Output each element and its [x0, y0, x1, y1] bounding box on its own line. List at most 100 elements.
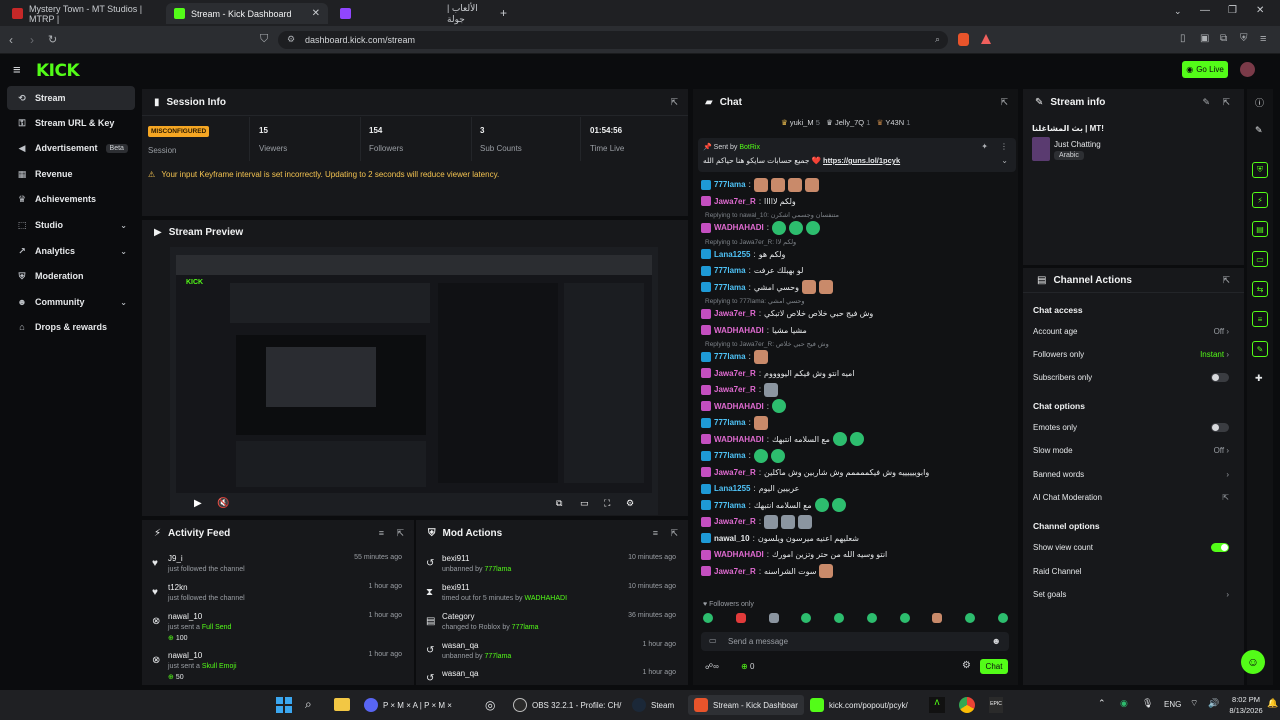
- sidebar-item-advertisement[interactable]: ◀ Advertisement Beta: [7, 136, 135, 160]
- more-icon[interactable]: ⋮: [1000, 142, 1008, 151]
- chat-username[interactable]: nawal_10: [714, 534, 750, 543]
- bolt-icon[interactable]: ⚡: [1252, 192, 1268, 208]
- tray-app-icon[interactable]: ◉: [1120, 698, 1128, 709]
- hamburger-menu-icon[interactable]: ≡: [13, 62, 21, 77]
- language-indicator[interactable]: ENG: [1164, 700, 1181, 709]
- file-explorer-icon[interactable]: [334, 698, 350, 711]
- search-icon[interactable]: ⌕: [305, 697, 312, 712]
- emote-icon[interactable]: [899, 613, 910, 623]
- filter-icon[interactable]: ≡: [379, 528, 384, 538]
- chat-username[interactable]: WADHAHADI: [714, 550, 764, 559]
- emote-icon[interactable]: [801, 613, 812, 623]
- emote-icon[interactable]: [997, 613, 1008, 623]
- tab-mystery-town[interactable]: Mystery Town - MT Studios | MTRP |: [4, 3, 162, 24]
- windows-start-icon[interactable]: [276, 697, 292, 713]
- sidebar-item-stream[interactable]: ⟲ Stream: [7, 86, 135, 110]
- slow-mode-option[interactable]: Slow mode Off ›: [1033, 446, 1229, 460]
- tray-chevron-icon[interactable]: ⌃: [1098, 698, 1106, 709]
- vpn-icon[interactable]: ⛨: [1240, 33, 1248, 44]
- tab-kick-dashboard[interactable]: Stream - Kick Dashboard ✕: [166, 3, 328, 24]
- sidebar-toggle-icon[interactable]: ▯: [1180, 33, 1186, 44]
- chat-username[interactable]: Lana1255: [714, 484, 750, 493]
- help-chat-button[interactable]: ☺: [1241, 650, 1265, 674]
- sidebar-item-studio[interactable]: ⬚ Studio ⌄: [7, 213, 135, 237]
- taskbar-steam[interactable]: Steam: [632, 696, 674, 714]
- taskbar-discord[interactable]: P × M × A | P × M ×: [364, 696, 452, 714]
- popout-icon[interactable]: ⇱: [1222, 275, 1230, 286]
- wifi-icon[interactable]: ⌔: [1190, 698, 1198, 709]
- emote-icon[interactable]: [834, 613, 845, 623]
- ai-moderation-option[interactable]: AI Chat Moderation ⇱: [1033, 493, 1229, 507]
- popout-icon[interactable]: ⇱: [1000, 97, 1008, 108]
- fullscreen-icon[interactable]: ⛶: [604, 498, 610, 509]
- menu-icon[interactable]: ≡: [1260, 33, 1266, 45]
- close-tab-icon[interactable]: ✕: [312, 8, 320, 19]
- emotes-only-toggle[interactable]: [1211, 423, 1229, 432]
- emote-icon[interactable]: [932, 613, 943, 623]
- raid-channel-option[interactable]: Raid Channel: [1033, 567, 1229, 581]
- tab-games[interactable]: الألعاب | جولة: [332, 3, 500, 24]
- filter-icon[interactable]: ≡: [653, 528, 658, 538]
- chat-username[interactable]: 777lama: [714, 266, 746, 275]
- site-info-icon[interactable]: ⚙: [287, 34, 295, 45]
- sidebar-item-drops-rewards[interactable]: ⌂ Drops & rewards: [7, 315, 135, 339]
- minimize-icon[interactable]: —: [1200, 5, 1210, 16]
- taskbar-brave-kick[interactable]: Stream - Kick Dashboar: [688, 695, 804, 715]
- chat-username[interactable]: Jawa7er_R: [714, 517, 756, 526]
- chat-username[interactable]: 777lama: [714, 418, 746, 427]
- brave-shield-icon[interactable]: [958, 33, 969, 46]
- microphone-icon[interactable]: 🎙: [1142, 698, 1153, 709]
- list-icon[interactable]: ≡: [1252, 311, 1268, 327]
- new-tab-icon[interactable]: +: [500, 6, 507, 20]
- chat-username[interactable]: WADHAHADI: [714, 223, 764, 232]
- popout-icon[interactable]: ⇱: [670, 97, 678, 108]
- sidebar-item-moderation[interactable]: ⛨ Moderation: [7, 264, 135, 288]
- chat-username[interactable]: WADHAHADI: [714, 435, 764, 444]
- chat-username[interactable]: 777lama: [714, 501, 746, 510]
- chat-username[interactable]: 777lama: [714, 352, 746, 361]
- chat-username[interactable]: Jawa7er_R: [714, 197, 756, 206]
- chat-input[interactable]: ▭ Send a message ☻: [701, 632, 1009, 651]
- clock[interactable]: 8:02 PM 8/13/2026: [1228, 694, 1264, 716]
- clip-icon[interactable]: ⧉: [556, 498, 562, 509]
- zoom-icon[interactable]: ⌕: [935, 34, 940, 45]
- chat-username[interactable]: WADHAHADI: [714, 326, 764, 335]
- edit-layout-icon[interactable]: ✎: [1255, 125, 1263, 136]
- unpin-icon[interactable]: ✦: [981, 142, 988, 151]
- taskbar-obs[interactable]: OBS 32.2.1 - Profile: CH/: [513, 696, 621, 714]
- sidebar-item-community[interactable]: ☻ Community ⌄: [7, 290, 135, 314]
- show-view-count-option[interactable]: Show view count: [1033, 543, 1229, 557]
- chat-username[interactable]: 777lama: [714, 451, 746, 460]
- mute-icon[interactable]: 🔇: [217, 498, 229, 509]
- sidebar-item-revenue[interactable]: ▦ Revenue: [7, 162, 135, 186]
- notification-icon[interactable]: 🔔: [1267, 698, 1278, 709]
- brave-rewards-icon[interactable]: [981, 34, 991, 44]
- account-age-option[interactable]: Account age Off ›: [1033, 327, 1229, 341]
- show-view-count-toggle[interactable]: [1211, 543, 1229, 552]
- chat-username[interactable]: Jawa7er_R: [714, 369, 756, 378]
- info-icon[interactable]: ⓘ: [1255, 96, 1264, 109]
- settings-icon[interactable]: ⚙: [626, 498, 634, 509]
- chat-username[interactable]: Jawa7er_R: [714, 468, 756, 477]
- subscribers-only-toggle[interactable]: [1211, 373, 1229, 382]
- document-icon[interactable]: ▤: [1252, 221, 1268, 237]
- volume-icon[interactable]: 🔊: [1208, 698, 1219, 709]
- emote-icon[interactable]: [768, 613, 779, 623]
- edit-icon[interactable]: ✎: [1202, 97, 1210, 108]
- emote-icon[interactable]: [703, 613, 713, 623]
- add-widget-icon[interactable]: ✚: [1255, 373, 1263, 384]
- epic-games-icon[interactable]: EPIC: [989, 697, 1003, 713]
- app-icon[interactable]: ᴧ: [929, 697, 945, 713]
- stream-preview-video[interactable]: KICK ▶ 🔇 ⧉ ▭ ⛶ ⚙: [170, 247, 658, 515]
- chrome-icon[interactable]: [959, 697, 975, 713]
- sidebar-item-achievements[interactable]: ♛ Achievements: [7, 187, 135, 211]
- popout-icon[interactable]: ⇱: [396, 528, 404, 539]
- chevron-down-icon[interactable]: ⌄: [1001, 156, 1008, 165]
- close-window-icon[interactable]: ✕: [1256, 5, 1264, 16]
- emote-icon[interactable]: [735, 613, 746, 623]
- play-icon[interactable]: ▶: [194, 498, 202, 509]
- reload-icon[interactable]: ↻: [48, 33, 57, 46]
- banned-words-option[interactable]: Banned words ›: [1033, 470, 1229, 484]
- sidebar-item-stream-url-key[interactable]: ⚿ Stream URL & Key: [7, 111, 135, 135]
- mod-tool-icon[interactable]: ⛨: [1252, 162, 1268, 178]
